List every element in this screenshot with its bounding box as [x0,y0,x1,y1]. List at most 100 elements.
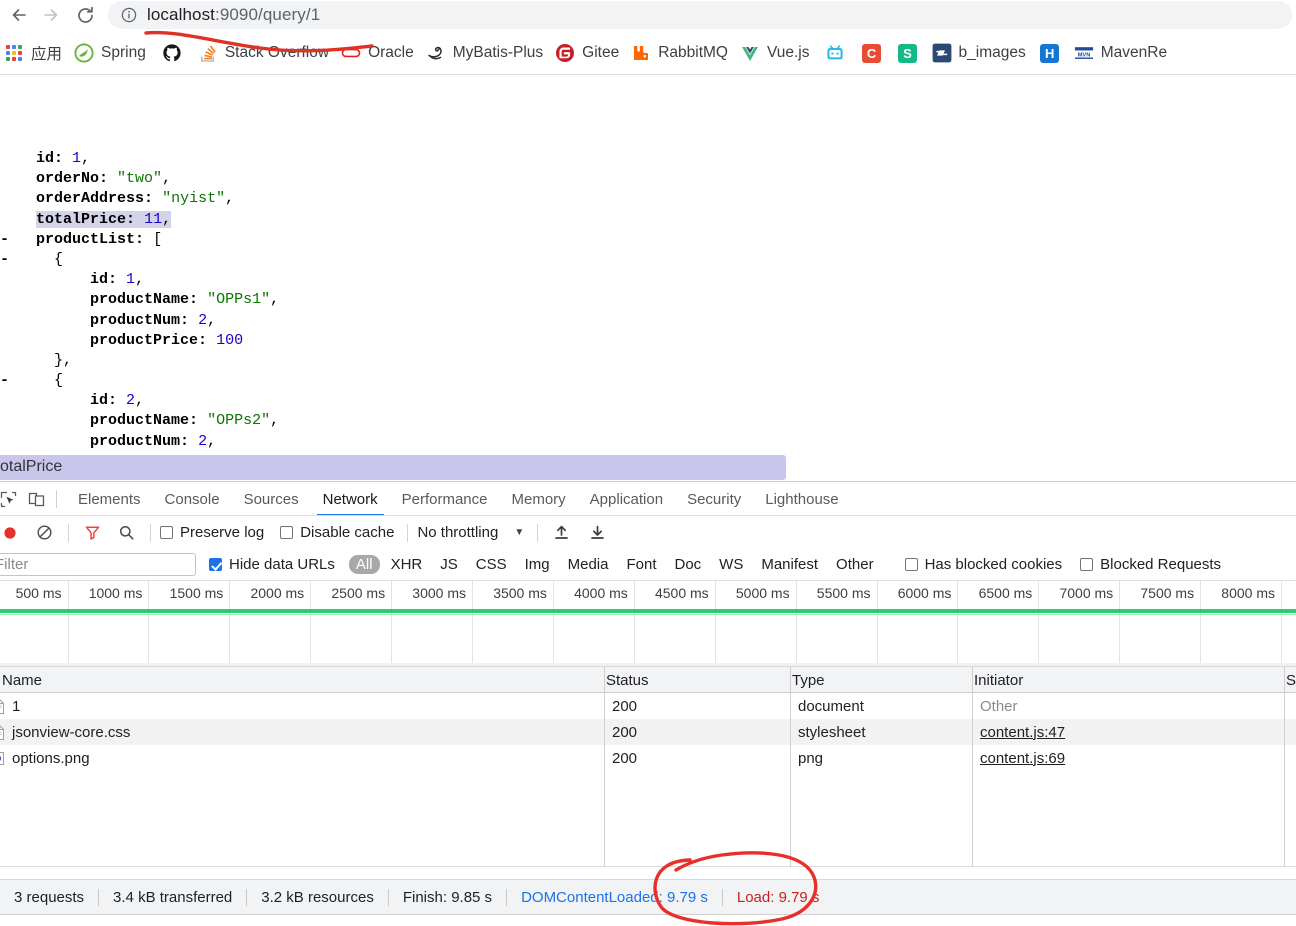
hide-data-urls-checkbox[interactable]: Hide data URLs [209,556,335,573]
preserve-log-checkbox[interactable]: Preserve log [160,524,264,541]
cell-type-text: stylesheet [798,723,866,741]
cell-initiator-text[interactable]: content.js:69 [980,750,1065,767]
bookmark-s[interactable]: S [890,32,926,74]
column-divider[interactable] [604,667,605,867]
bookmark-bilibili[interactable] [816,32,854,74]
table-row[interactable]: 1 200 document Other [0,693,1296,719]
cell-name[interactable]: jsonview-core.css [0,719,596,745]
json-toggle-space [0,392,18,409]
column-divider[interactable] [790,667,791,867]
bookmark-spring[interactable]: Spring [68,32,152,74]
bookmark-label: Gitee [582,44,620,61]
record-button-icon[interactable] [0,519,24,547]
type-chip-media[interactable]: Media [561,555,616,574]
filter-input[interactable]: Filter [0,553,196,576]
timeline-tick-label: 7000 ms [1059,585,1114,601]
json-key: productNum: [90,311,199,329]
type-chip-other[interactable]: Other [829,555,881,574]
json-line: - { [0,250,279,270]
tab-security[interactable]: Security [675,483,753,516]
column-header-name[interactable]: Name [0,667,598,693]
throttling-dropdown[interactable]: No throttling ▼ [417,524,524,541]
table-row[interactable]: jsonview-core.css 200 stylesheet content.js… [0,719,1296,745]
tab-elements[interactable]: Elements [66,483,153,516]
tab-sources[interactable]: Sources [232,483,311,516]
address-bar[interactable]: localhost:9090/query/1 [108,1,1292,29]
tab-performance[interactable]: Performance [390,483,500,516]
maven-icon: MVN [1074,43,1094,63]
bookmark-apps[interactable]: 应用 [0,32,68,74]
type-chip-ws[interactable]: WS [712,555,750,574]
apps-grid-icon [4,43,24,63]
tab-memory[interactable]: Memory [500,483,578,516]
bookmark-c[interactable]: C [854,32,890,74]
blocked-requests-checkbox[interactable]: Blocked Requests [1080,556,1221,573]
network-timeline-overview[interactable]: 500 ms 1000 ms 1500 ms 2000 ms 2500 ms 3000 m… [0,581,1296,666]
reload-icon [77,6,93,23]
bookmark-gitee[interactable]: Gitee [549,32,625,74]
has-blocked-cookies-checkbox[interactable]: Has blocked cookies [904,556,1062,573]
tab-network[interactable]: Network [311,483,390,516]
bookmark-github[interactable] [152,32,192,74]
forward-button[interactable] [36,0,66,30]
search-icon[interactable] [112,519,140,547]
column-divider[interactable] [1284,667,1285,867]
cell-initiator-text[interactable]: content.js:47 [980,724,1065,741]
bookmark-rabbitmq[interactable]: RabbitMQ [625,32,734,74]
table-row[interactable]: options.png 200 png content.js:69 [0,745,1296,771]
column-divider[interactable] [972,667,973,867]
cell-name[interactable]: 1 [0,693,596,719]
column-header-status[interactable]: Status [598,667,784,693]
bookmark-vuejs[interactable]: Vue.js [734,32,816,74]
json-collapse-toggle[interactable]: - [0,251,18,268]
device-toolbar-icon[interactable] [22,485,50,513]
inspect-element-icon[interactable] [0,485,22,513]
json-collapse-toggle[interactable]: - [0,231,18,248]
import-har-arrow-up-icon[interactable] [547,519,575,547]
json-line: orderNo: "two", [0,169,279,189]
type-chip-xhr[interactable]: XHR [384,555,430,574]
type-chip-all[interactable]: All [348,555,380,574]
timeline-tick-label: 4000 ms [574,585,628,601]
cell-name[interactable]: options.png [0,745,596,771]
cell-status-text: 200 [612,749,638,767]
tab-lighthouse[interactable]: Lighthouse [753,483,850,516]
column-header-initiator[interactable]: Initiator [966,667,1278,693]
type-chip-img[interactable]: Img [518,555,557,574]
bookmark-maven-repository[interactable]: MVN MavenRe [1068,32,1173,74]
type-chip-doc[interactable]: Doc [667,555,708,574]
tab-application[interactable]: Application [578,483,675,516]
type-chip-css[interactable]: CSS [469,555,514,574]
bookmark-b-images[interactable]: b_images [926,32,1032,74]
bookmark-label: Stack Overflow [224,44,330,61]
bookmark-stack-overflow[interactable]: Stack Overflow [192,32,335,74]
type-chip-font[interactable]: Font [619,555,663,574]
filter-funnel-icon[interactable] [78,519,106,547]
bookmark-oracle[interactable]: Oracle [335,32,420,74]
info-circle-icon[interactable] [120,6,138,24]
bookmark-mybatis-plus[interactable]: MyBatis-Plus [420,32,549,74]
request-name: options.png [12,749,90,767]
bookmark-h[interactable]: H [1032,32,1068,74]
tab-console[interactable]: Console [153,483,232,516]
json-key: productName: [90,291,208,309]
checkbox-box [280,526,294,539]
json-collapse-toggle[interactable]: - [0,372,18,389]
find-highlight-strip: otalPrice [0,455,786,480]
address-bar-host: localhost [147,5,215,24]
arrow-right-icon [44,9,58,21]
column-header-type[interactable]: Type [784,667,966,693]
type-chip-manifest[interactable]: Manifest [754,555,825,574]
type-chip-js[interactable]: JS [433,555,465,574]
h-letter-icon: H [1040,43,1060,63]
disable-cache-checkbox[interactable]: Disable cache [280,524,394,541]
back-button[interactable] [4,0,34,30]
json-line: id: 1, [0,149,279,169]
reload-button[interactable] [70,0,100,30]
json-line: orderAddress: "nyist", [0,189,279,209]
clear-network-icon[interactable] [30,519,58,547]
export-har-arrow-down-icon[interactable] [583,519,611,547]
